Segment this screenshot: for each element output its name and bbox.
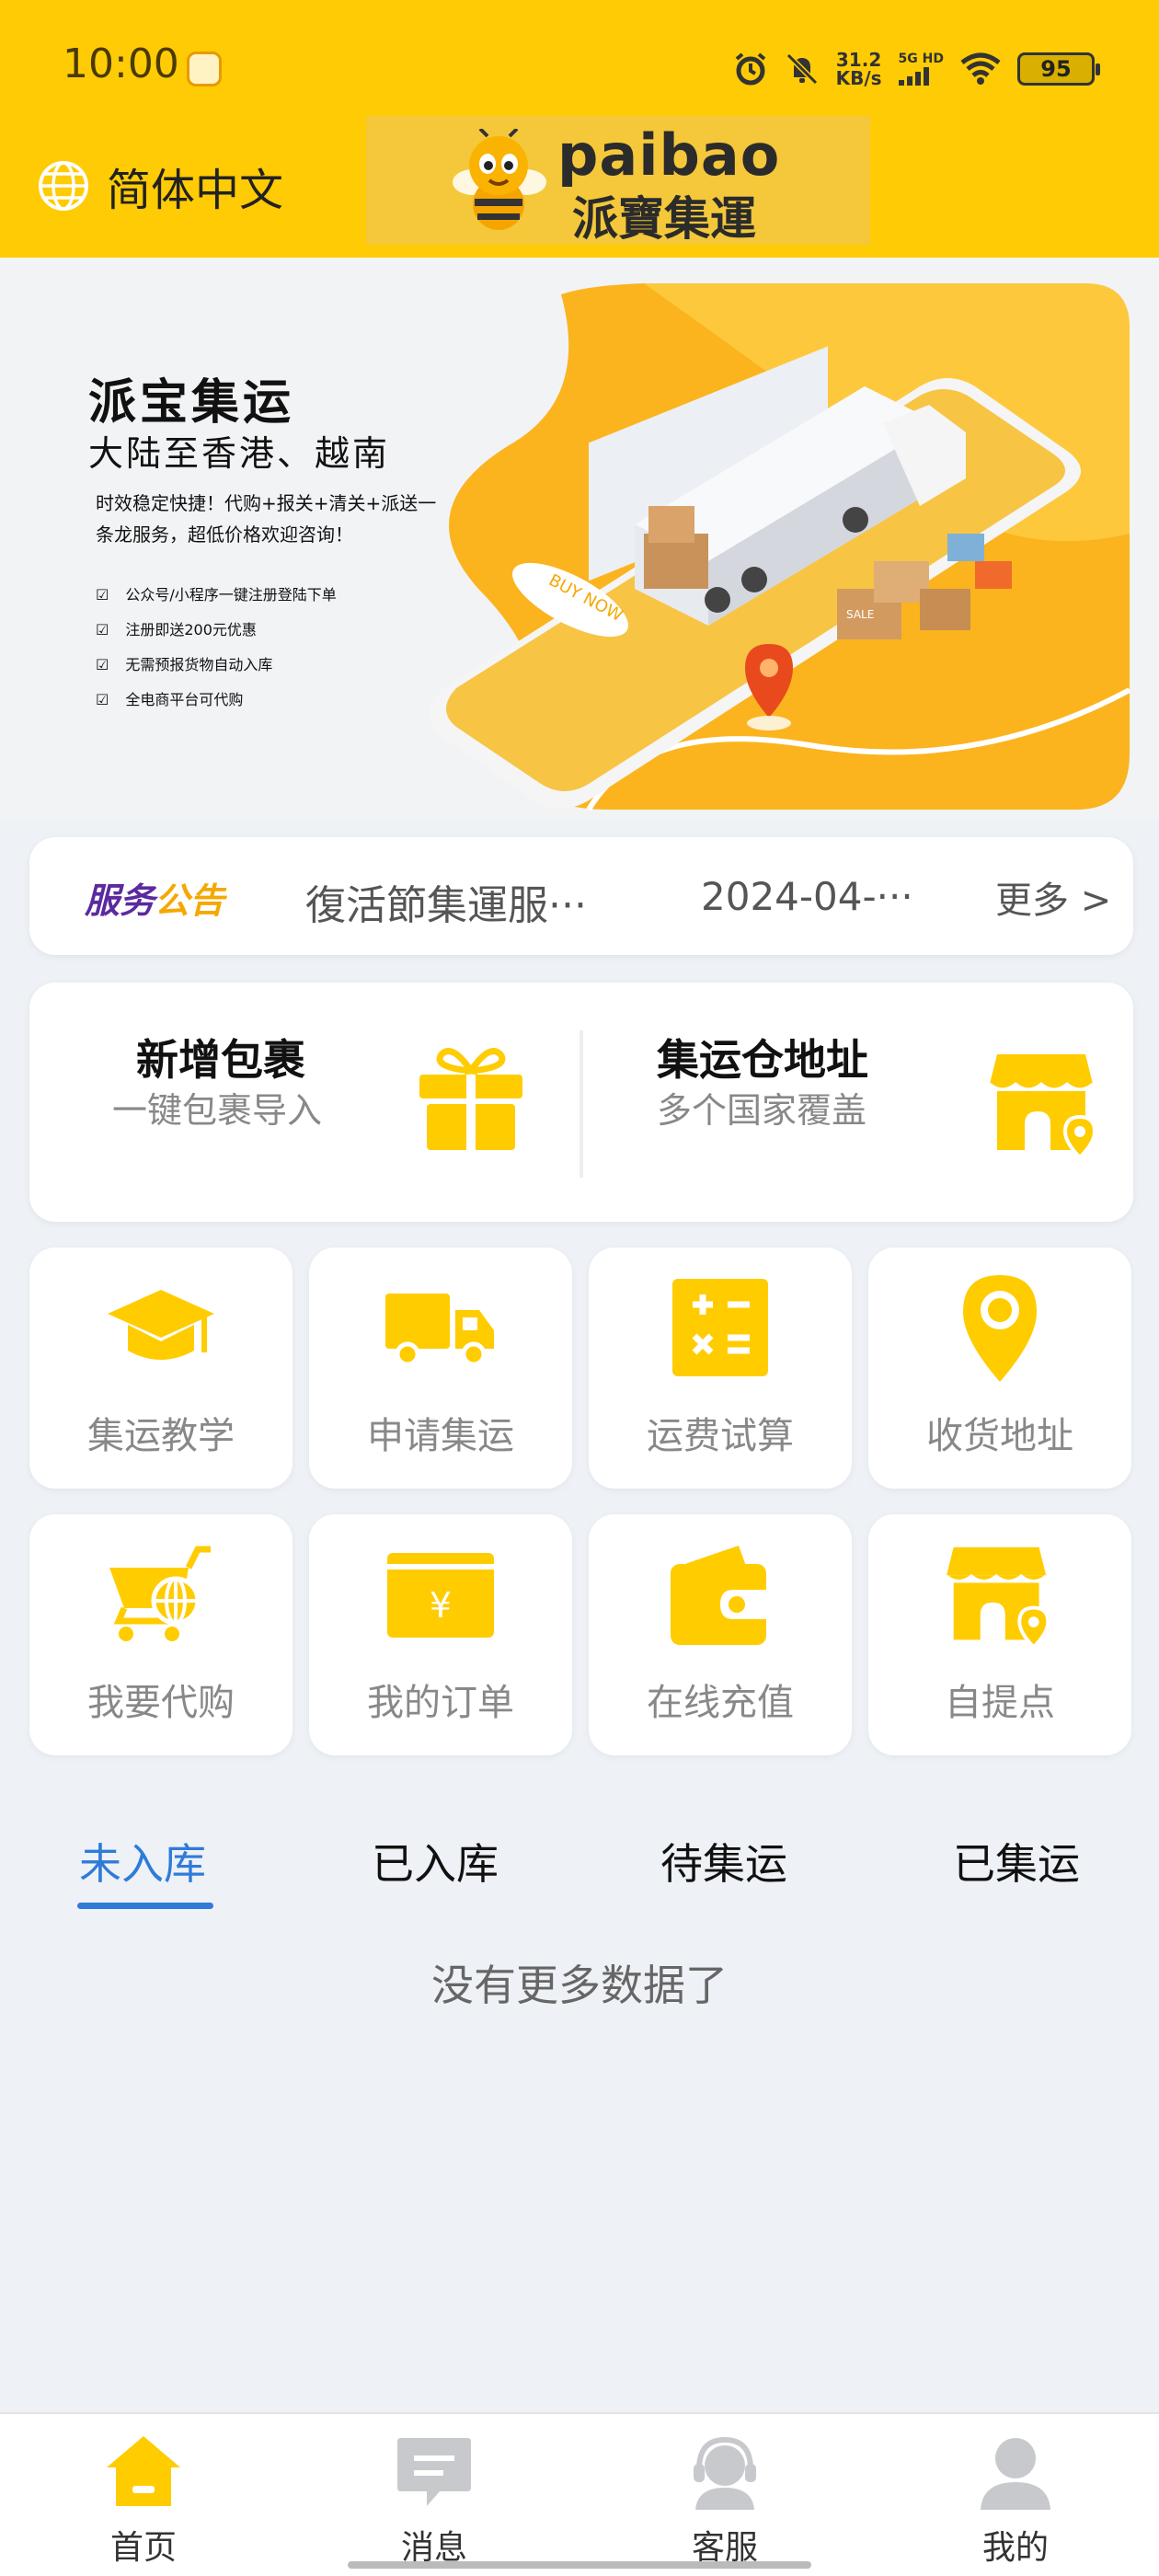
banner-title: 派宝集运 <box>88 375 295 431</box>
shopping-cart-icon <box>109 1546 211 1641</box>
wifi-icon <box>960 52 1001 85</box>
gift-icon <box>419 1048 522 1150</box>
warehouse-address-title: 集运仓地址 <box>657 1035 868 1085</box>
brand-logo: paibao 派寶集運 <box>366 116 870 246</box>
status-time: 10:00 <box>63 40 179 87</box>
alarm-icon <box>735 52 765 86</box>
logo-text-en: paibao <box>557 121 781 189</box>
customer-service-icon <box>694 2436 756 2510</box>
nav-customer-service[interactable]: 客服 <box>633 2432 817 2570</box>
home-icon <box>107 2436 180 2506</box>
signal-bars-icon <box>898 65 929 86</box>
grid-item-apply-shipping[interactable]: 申请集运 <box>309 1248 572 1489</box>
active-tab-indicator <box>77 1903 213 1909</box>
location-pin-icon <box>963 1275 1037 1382</box>
grid-item-purchase-agent[interactable]: 我要代购 <box>29 1514 293 1755</box>
grid-item-label: 收货地址 <box>926 1415 1073 1457</box>
language-switcher[interactable]: 简体中文 <box>37 156 284 216</box>
status-indicators: 31.2 KB/s 5G HD 95 <box>733 46 1100 92</box>
notice-date: 2024-04-··· <box>701 874 913 919</box>
store-location-icon <box>945 1547 1050 1650</box>
banner-feature: 全电商平台可代购 <box>96 683 337 718</box>
network-speed-unit: KB/s <box>835 67 882 89</box>
network-speed-value: 31.2 <box>835 49 882 71</box>
grid-item-label: 集运教学 <box>87 1415 235 1457</box>
add-package-title: 新增包裹 <box>136 1035 305 1085</box>
grid-item-label: 自提点 <box>945 1682 1055 1724</box>
status-bar: 10:00 31.2 KB/s 5G HD 95 <box>0 0 1159 129</box>
tab-stored[interactable]: 已入库 <box>372 1831 499 1892</box>
banner-features: 公众号/小程序一键注册登陆下单 注册即送200元优惠 无需预报货物自动入库 全电… <box>96 578 337 718</box>
banner-feature: 注册即送200元优惠 <box>96 613 337 648</box>
app-header: 10:00 31.2 KB/s 5G HD 95 简体中文 paibao 派寶集… <box>0 0 1159 258</box>
warehouse-address-button[interactable]: 集运仓地址 多个国家覆盖 <box>583 983 1133 1222</box>
grid-item-pickup-point[interactable]: 自提点 <box>868 1514 1131 1755</box>
battery-indicator: 95 <box>1017 52 1100 86</box>
bell-off-icon <box>786 52 818 86</box>
gesture-home-bar[interactable] <box>348 2561 811 2569</box>
notice-text[interactable]: 復活節集運服··· <box>305 872 587 931</box>
grid-item-fee-calculator[interactable]: 运费试算 <box>589 1248 852 1489</box>
package-status-tabs: 未入库 已入库 待集运 已集运 <box>0 1803 1159 1914</box>
nav-profile[interactable]: 我的 <box>924 2432 1107 2570</box>
empty-state-text: 没有更多数据了 <box>431 1961 728 2010</box>
grid-item-label: 申请集运 <box>367 1415 514 1457</box>
banner-feature: 公众号/小程序一键注册登陆下单 <box>96 578 336 613</box>
globe-icon <box>39 161 88 211</box>
truck-icon <box>385 1294 494 1367</box>
calculator-icon <box>672 1279 768 1376</box>
quick-actions: 新增包裹 一键包裹导入 集运仓地址 多个国家覆盖 <box>29 983 1133 1222</box>
grid-item-label: 我的订单 <box>367 1682 514 1724</box>
add-package-button[interactable]: 新增包裹 一键包裹导入 <box>29 983 580 1222</box>
grid-item-my-orders[interactable]: ¥ 我的订单 <box>309 1514 572 1755</box>
nav-home[interactable]: 首页 <box>52 2432 235 2570</box>
tab-consolidated[interactable]: 已集运 <box>953 1831 1080 1892</box>
promo-banner[interactable]: BUY NOW SALE 派宝集运 大陆至香港、越南 时效稳定快捷！代购+报关+… <box>0 258 1159 819</box>
sale-box-label: SALE <box>846 608 874 621</box>
graduation-cap-icon <box>108 1290 214 1360</box>
notice-tag: 服务公告 <box>85 872 224 923</box>
bee-mascot-icon <box>453 129 546 230</box>
order-yen-icon: ¥ <box>387 1553 494 1638</box>
network-speed: 31.2 KB/s <box>836 51 882 87</box>
language-label: 简体中文 <box>107 165 284 216</box>
warehouse-address-subtitle: 多个国家覆盖 <box>657 1090 867 1131</box>
grid-item-tutorial[interactable]: 集运教学 <box>29 1248 293 1489</box>
cell-signal: 5G HD <box>898 52 944 86</box>
battery-level: 95 <box>1040 56 1072 82</box>
nav-label: 首页 <box>109 2529 177 2567</box>
app-notification-icon <box>187 52 222 86</box>
bottom-navigation: 首页 消息 客服 我的 <box>0 2412 1159 2576</box>
wallet-icon <box>671 1546 768 1645</box>
message-icon <box>397 2438 471 2506</box>
grid-item-label: 在线充值 <box>647 1682 794 1724</box>
add-package-subtitle: 一键包裹导入 <box>112 1090 323 1131</box>
nav-messages[interactable]: 消息 <box>342 2432 526 2570</box>
notice-tag-part2: 公告 <box>155 880 225 921</box>
tab-not-stored[interactable]: 未入库 <box>79 1831 206 1892</box>
nav-label: 我的 <box>981 2529 1049 2567</box>
grid-item-label: 运费试算 <box>647 1415 794 1457</box>
grid-item-delivery-address[interactable]: 收货地址 <box>868 1248 1131 1489</box>
notice-more-link[interactable]: 更多 > <box>995 870 1111 924</box>
signal-label: 5G HD <box>898 52 944 66</box>
service-notice[interactable]: 服务公告 復活節集運服··· 2024-04-··· 更多 > <box>29 837 1133 955</box>
svg-text:¥: ¥ <box>430 1585 452 1626</box>
tab-awaiting-consolidation[interactable]: 待集运 <box>660 1831 787 1892</box>
grid-item-label: 我要代购 <box>87 1682 235 1724</box>
banner-feature: 无需预报货物自动入库 <box>96 648 337 683</box>
store-location-icon <box>989 1054 1097 1160</box>
notice-tag-part1: 服务 <box>85 880 155 921</box>
banner-description: 时效稳定快捷！代购+报关+清关+派送一条龙服务，超低价格欢迎咨询！ <box>96 492 437 546</box>
banner-subtitle: 大陆至香港、越南 <box>88 433 391 474</box>
profile-icon <box>981 2438 1050 2510</box>
grid-item-online-recharge[interactable]: 在线充值 <box>589 1514 852 1755</box>
logo-text-cn: 派寶集運 <box>572 192 756 246</box>
